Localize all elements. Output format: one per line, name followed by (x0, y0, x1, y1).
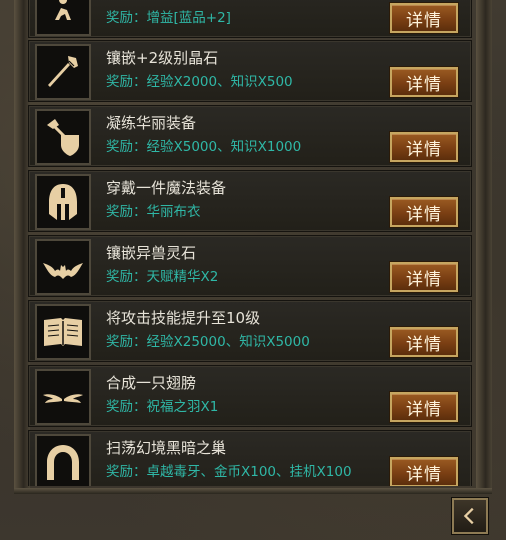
details-button[interactable]: 详情 (390, 327, 458, 357)
list-item: 穿戴一件魔法装备 奖励：华丽布衣 详情 (28, 170, 472, 232)
list-item: 镶嵌异兽灵石 奖励：天赋精华X2 详情 (28, 235, 472, 297)
details-button[interactable]: 详情 (390, 3, 458, 33)
list-item: 奖励：增益[蓝品+2] 详情 (28, 0, 472, 38)
task-reward: 奖励：经验X2000、知识X500 (106, 74, 293, 90)
kneeling-figure-icon (35, 0, 91, 36)
task-title: 镶嵌异兽灵石 (106, 244, 197, 262)
task-title: 镶嵌+2级别晶石 (106, 49, 219, 67)
task-reward: 奖励：祝福之羽X1 (106, 399, 219, 415)
axe-shield-icon (35, 109, 91, 165)
frame-right-border (476, 0, 492, 492)
list-item: 凝练华丽装备 奖励：经验X5000、知识X1000 详情 (28, 105, 472, 167)
task-reward: 奖励：增益[蓝品+2] (106, 10, 231, 26)
list-item: 合成一只翅膀 奖励：祝福之羽X1 详情 (28, 365, 472, 427)
task-reward: 奖励：华丽布衣 (106, 204, 201, 220)
task-title: 合成一只翅膀 (106, 374, 197, 392)
task-reward: 奖励：经验X25000、知识X5000 (106, 334, 310, 350)
task-list[interactable]: 奖励：增益[蓝品+2] 详情 镶嵌+2级别晶石 奖励：经验X2000、知识X50… (28, 0, 478, 486)
arch-gate-icon (35, 434, 91, 486)
back-button[interactable] (452, 498, 488, 534)
details-button[interactable]: 详情 (390, 457, 458, 486)
task-reward: 奖励：卓越毒牙、金币X100、挂机X100 (106, 464, 352, 480)
details-button[interactable]: 详情 (390, 132, 458, 162)
details-button[interactable]: 详情 (390, 197, 458, 227)
task-title: 穿戴一件魔法装备 (106, 179, 227, 197)
task-title: 凝练华丽装备 (106, 114, 197, 132)
task-title: 扫荡幻境黑暗之巢 (106, 439, 227, 457)
task-reward: 奖励：天赋精华X2 (106, 269, 219, 285)
list-item: 扫荡幻境黑暗之巢 奖励：卓越毒牙、金币X100、挂机X100 详情 (28, 430, 472, 486)
back-arrow-icon (463, 507, 474, 525)
task-title: 将攻击技能提升至10级 (106, 309, 261, 327)
open-book-icon (35, 304, 91, 360)
details-button[interactable]: 详情 (390, 262, 458, 292)
list-item: 镶嵌+2级别晶石 奖励：经验X2000、知识X500 详情 (28, 40, 472, 102)
bat-icon (35, 239, 91, 295)
list-item: 将攻击技能提升至10级 奖励：经验X25000、知识X5000 详情 (28, 300, 472, 362)
crystal-spear-icon (35, 44, 91, 100)
details-button[interactable]: 详情 (390, 67, 458, 97)
task-reward: 奖励：经验X5000、知识X1000 (106, 139, 302, 155)
details-button[interactable]: 详情 (390, 392, 458, 422)
list-bottom-border (14, 488, 492, 494)
helmet-icon (35, 174, 91, 230)
wings-icon (35, 369, 91, 425)
